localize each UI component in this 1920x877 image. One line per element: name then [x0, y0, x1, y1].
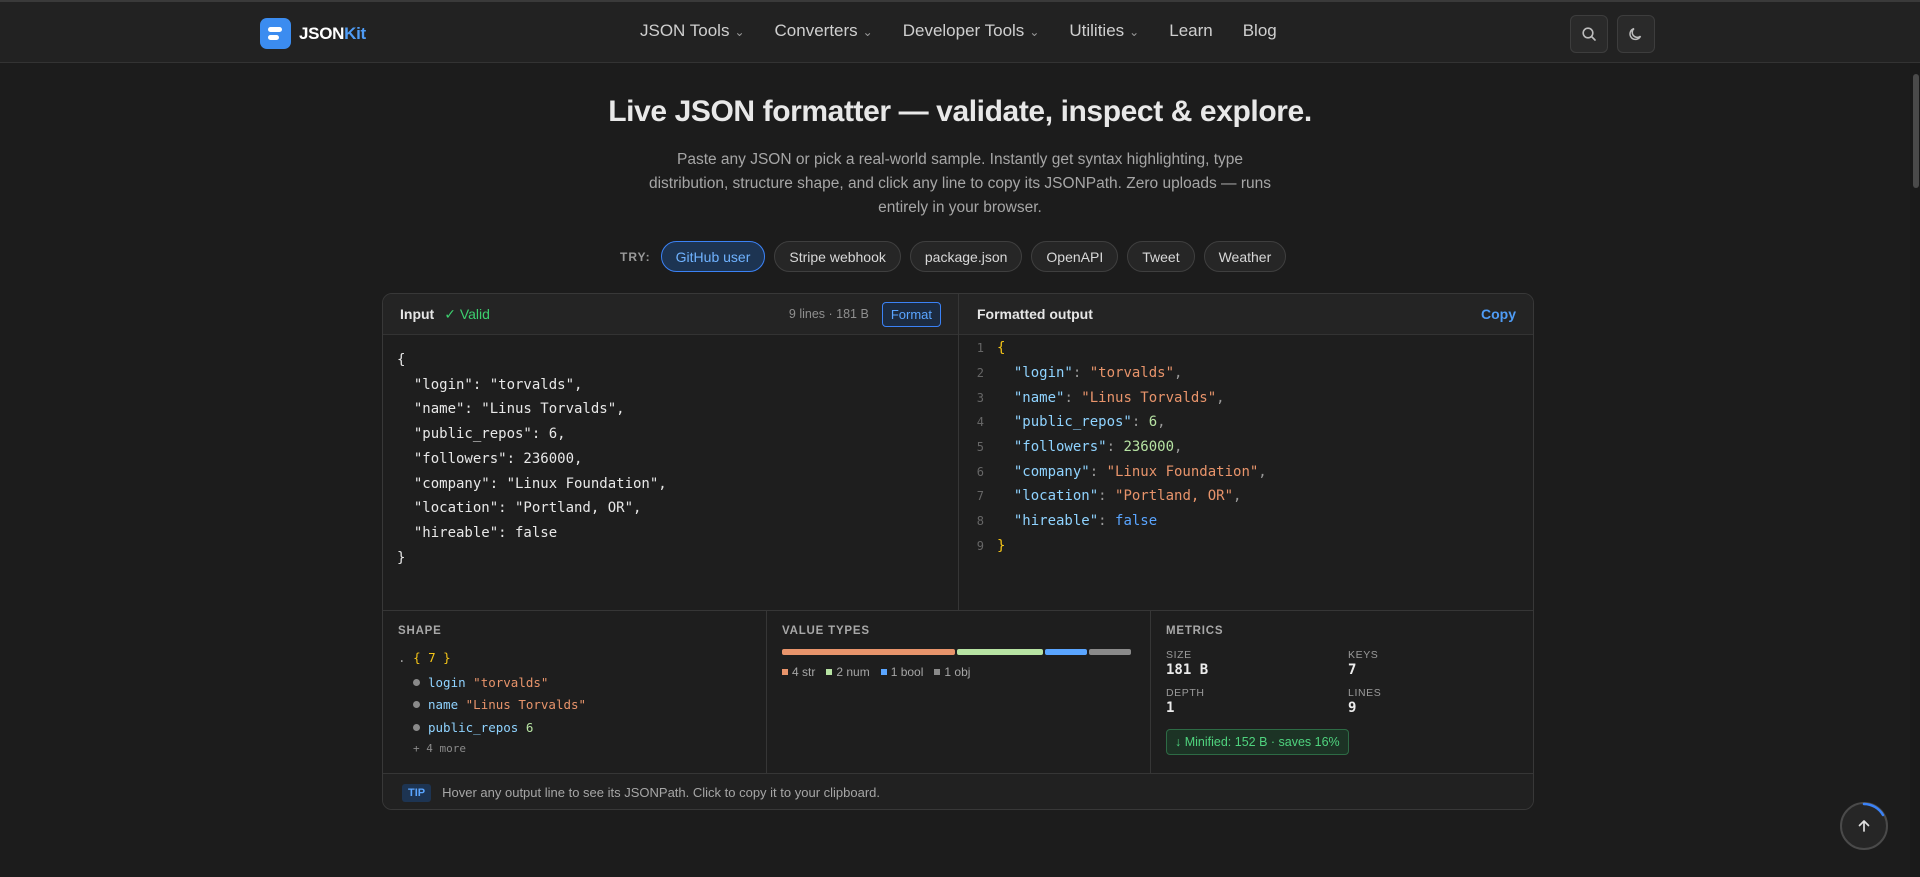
shape-item[interactable]: name "Linus Torvalds"	[413, 694, 586, 717]
line-number: 2	[976, 366, 984, 381]
pane-divider	[958, 294, 959, 610]
legend-item-bool: 1 bool	[880, 665, 923, 679]
type-distribution-bar	[782, 649, 1131, 655]
nav-converters[interactable]: Converters ⌄	[775, 21, 873, 41]
copy-button[interactable]: Copy	[1481, 306, 1516, 322]
nav-json-tools[interactable]: JSON Tools ⌄	[640, 21, 745, 41]
output-line[interactable]: 8 "hireable": false	[963, 509, 1267, 534]
line-number: 3	[976, 390, 984, 405]
valid-status: ✓ Valid	[444, 305, 490, 322]
output-line[interactable]: 2 "login": "torvalds",	[963, 361, 1267, 386]
output-line[interactable]: 7 "location": "Portland, OR",	[963, 484, 1267, 509]
scroll-progress-ring	[1862, 802, 1885, 817]
output-line[interactable]: 9}	[963, 534, 1267, 559]
output-title: Formatted output	[977, 306, 1093, 322]
chevron-down-icon: ⌄	[1129, 25, 1140, 39]
sample-label: TRY:	[620, 249, 651, 264]
output-line[interactable]: 4 "public_repos": 6,	[963, 410, 1267, 435]
shape-root: . { 7 }	[398, 650, 451, 665]
logo-icon	[260, 18, 291, 49]
nav-blog[interactable]: Blog	[1243, 21, 1277, 41]
page-title: Live JSON formatter — validate, inspect …	[608, 95, 1312, 128]
sample-chip-stripe-webhook[interactable]: Stripe webhook	[774, 241, 901, 272]
top-navbar: JSONKit JSON Tools ⌄ Converters ⌄ Develope…	[0, 0, 1920, 63]
sample-chip-weather[interactable]: Weather	[1203, 241, 1287, 272]
output-header: Formatted output Copy	[959, 294, 1533, 335]
nav-learn[interactable]: Learn	[1169, 21, 1212, 41]
metric-lines: LINES 9	[1348, 687, 1382, 716]
line-number: 6	[976, 464, 984, 479]
page-subtitle: Paste any JSON or pick a real-world samp…	[648, 151, 1272, 216]
sample-picker: TRY: GitHub user Stripe webhook package.…	[620, 241, 1287, 272]
formatted-output[interactable]: 1{2 "login": "torvalds", 3 "name": "Linus…	[963, 336, 1267, 558]
chevron-down-icon: ⌄	[1029, 25, 1040, 39]
scroll-to-top-button[interactable]	[1840, 802, 1888, 850]
shape-more-link[interactable]: + 4 more	[413, 742, 586, 755]
input-title: Input	[400, 306, 435, 322]
shape-tree: . { 7 } login "torvalds" name "Linus Tor…	[398, 650, 586, 755]
type-segment	[1089, 649, 1131, 655]
sample-chip-openapi[interactable]: OpenAPI	[1031, 241, 1119, 272]
metrics-title: METRICS	[1166, 625, 1224, 637]
metric-size: SIZE 181 B	[1166, 649, 1209, 678]
shape-item[interactable]: login "torvalds"	[413, 671, 586, 694]
formatter-panel: Input ✓ Valid 9 lines · 181 B Format For…	[382, 293, 1534, 810]
type-segment	[782, 649, 955, 655]
type-segment	[1045, 649, 1087, 655]
chevron-down-icon: ⌄	[734, 25, 745, 39]
search-icon	[1582, 27, 1596, 41]
output-line[interactable]: 5 "followers": 236000,	[963, 435, 1267, 460]
line-number: 9	[976, 538, 984, 553]
bullet-icon	[413, 678, 420, 686]
minified-badge: ↓ Minified: 152 B · saves 16%	[1166, 729, 1349, 755]
chevron-down-icon: ⌄	[862, 25, 873, 39]
insights-row: SHAPE . { 7 } login "torvalds" name "Lin…	[383, 610, 1533, 774]
theme-toggle-button[interactable]	[1617, 15, 1655, 53]
nav-utilities[interactable]: Utilities ⌄	[1069, 21, 1139, 41]
line-number: 5	[976, 440, 984, 455]
legend-item-num: 2 num	[826, 665, 870, 679]
search-button[interactable]	[1570, 15, 1608, 53]
type-legend: 4 str 2 num 1 bool 1 obj	[782, 665, 970, 679]
metric-keys: KEYS 7	[1348, 649, 1379, 678]
shape-item[interactable]: public_repos 6	[413, 716, 586, 739]
tip-badge: TIP	[402, 783, 432, 802]
sample-chip-package-json[interactable]: package.json	[909, 241, 1023, 272]
format-button[interactable]: Format	[881, 301, 941, 327]
shape-section: SHAPE . { 7 } login "torvalds" name "Lin…	[383, 611, 766, 774]
input-meta: 9 lines · 181 B	[788, 307, 869, 321]
value-types-title: VALUE TYPES	[782, 625, 870, 637]
metric-depth: DEPTH 1	[1166, 687, 1205, 716]
line-number: 8	[976, 514, 984, 529]
scrollbar-thumb[interactable]	[1913, 74, 1919, 188]
bullet-icon	[413, 701, 420, 709]
value-types-section: VALUE TYPES 4 str 2 num 1 bool 1 obj	[767, 611, 1150, 774]
legend-item-str: 4 str	[782, 665, 815, 679]
moon-icon	[1629, 27, 1642, 41]
sample-chip-github-user[interactable]: GitHub user	[660, 241, 766, 272]
line-number: 7	[976, 489, 984, 504]
shape-title: SHAPE	[398, 625, 442, 637]
line-number: 4	[976, 415, 984, 430]
line-number: 1	[976, 341, 984, 356]
output-line[interactable]: 1{	[963, 336, 1267, 361]
output-line[interactable]: 6 "company": "Linux Foundation",	[963, 459, 1267, 484]
output-line[interactable]: 3 "name": "Linus Torvalds",	[963, 385, 1267, 410]
json-input-editor[interactable]: { "login": "torvalds", "name": "Linus To…	[397, 348, 667, 570]
sample-chip-tweet[interactable]: Tweet	[1127, 241, 1195, 272]
metrics-section: METRICS SIZE 181 B KEYS 7 DEPTH 1 LINES 9 ↓ …	[1151, 611, 1533, 774]
legend-item-obj: 1 obj	[934, 665, 970, 679]
brand-logo[interactable]: JSONKit	[260, 18, 366, 49]
main-nav: JSON Tools ⌄ Converters ⌄ Developer Tools ⌄…	[640, 21, 1307, 41]
tip-text: Hover any output line to see its JSONPat…	[442, 785, 880, 800]
type-segment	[957, 649, 1043, 655]
nav-developer-tools[interactable]: Developer Tools ⌄	[903, 21, 1040, 41]
tip-bar: TIP Hover any output line to see its JSO…	[383, 773, 1533, 809]
bullet-icon	[413, 723, 420, 731]
brand-name: JSONKit	[299, 23, 366, 43]
input-header: Input ✓ Valid 9 lines · 181 B Format	[383, 294, 958, 335]
